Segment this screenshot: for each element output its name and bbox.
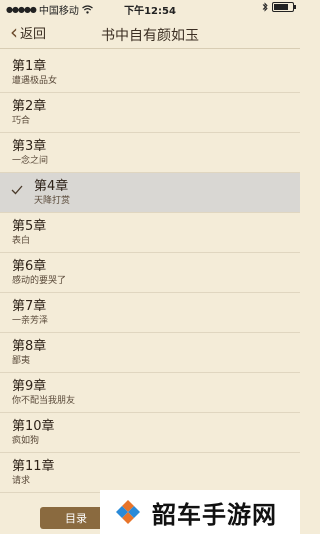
chapter-subtitle: 表白 (12, 236, 31, 246)
chapter-title: 第2章 (12, 99, 47, 114)
status-right (262, 2, 296, 12)
chapter-item[interactable]: 第6章 感动的要哭了 (0, 253, 300, 293)
chapter-title: 第9章 (12, 379, 47, 394)
chapter-subtitle: 一亲芳泽 (12, 316, 49, 326)
chapter-title: 第7章 (12, 299, 47, 314)
chapter-subtitle: 疯如狗 (12, 436, 40, 446)
chapter-title: 第4章 (34, 179, 69, 194)
chapter-item[interactable]: 第11章 请求 (0, 453, 300, 493)
chapter-item[interactable]: 第3章 一念之间 (0, 133, 300, 173)
chapter-item[interactable]: 第8章 鄙夷 (0, 333, 300, 373)
chapter-item[interactable]: 第2章 巧合 (0, 93, 300, 133)
status-time: 下午12:54 (124, 6, 176, 17)
chapter-item[interactable]: 第7章 一亲芳泽 (0, 293, 300, 333)
watermark-logo-icon (116, 500, 140, 524)
nav-bar: ‹ 返回 书中自有颜如玉 (0, 18, 300, 49)
bluetooth-icon (262, 2, 268, 12)
chapter-subtitle: 遭遇极品女 (12, 76, 58, 86)
chapter-subtitle: 鄙夷 (12, 356, 31, 366)
chapter-title: 第11章 (12, 459, 55, 474)
watermark-text: 韶车手游网 (152, 500, 277, 529)
chapter-subtitle: 你不配当我朋友 (12, 396, 76, 406)
chapter-title: 第10章 (12, 419, 55, 434)
chapter-subtitle: 一念之间 (12, 156, 49, 166)
chapter-title: 第8章 (12, 339, 47, 354)
chapter-title: 第5章 (12, 219, 47, 234)
checkmark-icon (11, 185, 23, 195)
page-title: 书中自有颜如玉 (101, 28, 199, 44)
chapter-title: 第3章 (12, 139, 47, 154)
watermark: 韶车手游网 (100, 490, 300, 534)
chapter-item[interactable]: 第5章 表白 (0, 213, 300, 253)
chapter-item[interactable]: 第9章 你不配当我朋友 (0, 373, 300, 413)
chapter-item[interactable]: 第1章 遭遇极品女 (0, 53, 300, 93)
chapter-subtitle: 感动的要哭了 (12, 276, 67, 286)
chapter-title: 第6章 (12, 259, 47, 274)
chapter-subtitle: 巧合 (12, 116, 31, 126)
chapter-item-selected[interactable]: 第4章 天降打赏 (0, 173, 300, 213)
chapter-list: 第1章 遭遇极品女 第2章 巧合 第3章 一念之间 第4章 天降打赏 第5章 表… (0, 53, 300, 501)
chapter-item[interactable]: 第10章 疯如狗 (0, 413, 300, 453)
chapter-subtitle: 天降打赏 (34, 196, 71, 206)
chapter-title: 第1章 (12, 59, 47, 74)
status-bar: ●●●●● 中国移动 下午12:54 (0, 0, 300, 18)
chapter-subtitle: 请求 (12, 476, 31, 486)
battery-icon (272, 2, 296, 12)
